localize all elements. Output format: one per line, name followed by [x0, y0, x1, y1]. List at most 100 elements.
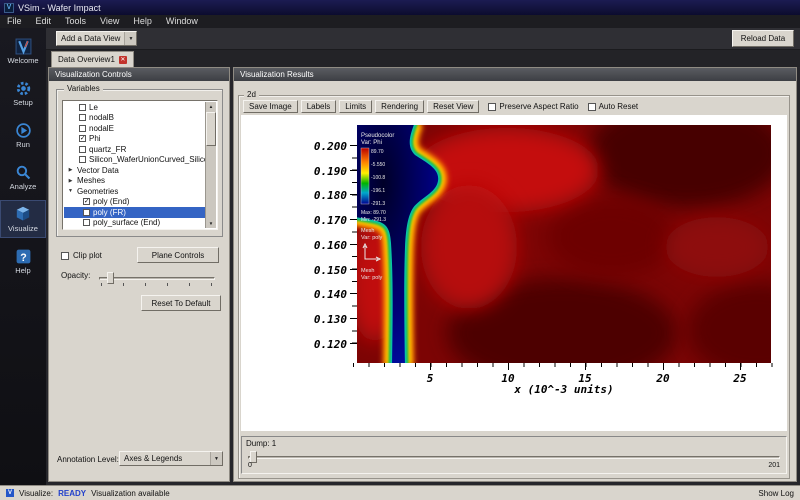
tree-section-label: Vector Data	[77, 165, 119, 175]
legend-mesh1-title: Mesh	[361, 228, 374, 234]
scroll-up-icon[interactable]: ▲	[206, 102, 216, 111]
sidebar-item-help[interactable]: ? Help	[0, 242, 46, 280]
sidebar-item-setup[interactable]: Setup	[0, 74, 46, 112]
y-tick-label: 0.140	[313, 288, 347, 301]
tree-section-vector-data[interactable]: ▶ Vector Data	[64, 165, 205, 176]
quartz-checkbox[interactable]	[79, 145, 86, 153]
magnifier-icon	[16, 165, 30, 179]
tree-item-poly-fr[interactable]: poly (FR)	[64, 207, 205, 218]
limits-button[interactable]: Limits	[339, 100, 373, 113]
opacity-slider-handle[interactable]	[107, 272, 114, 284]
visualization-results-panel: Visualization Results 2d Save Image Labe…	[233, 67, 797, 482]
add-data-view-value: Add a Data View	[61, 34, 121, 43]
scroll-thumb[interactable]	[206, 112, 216, 146]
tree-item-label: quartz_FR	[89, 144, 127, 154]
poly-surface-checkbox[interactable]	[83, 219, 90, 227]
poly-end-checkbox[interactable]: ✓	[83, 198, 90, 206]
preserve-aspect-checkbox[interactable]	[488, 102, 497, 111]
viz-2d-group: Save Image Labels Limits Rendering Reset…	[238, 95, 790, 479]
tree-section-meshes[interactable]: ▶ Meshes	[64, 176, 205, 187]
menu-item-file[interactable]: File	[0, 15, 29, 28]
y-tick-label: 0.180	[313, 189, 347, 202]
chevron-down-icon: ▼	[124, 32, 137, 45]
reload-data-label: Reload Data	[740, 34, 786, 43]
tree-item-phi[interactable]: ✓ Phi	[64, 134, 205, 145]
sidebar-item-label: Help	[15, 265, 31, 275]
legend-var: Var: Phi	[361, 140, 382, 146]
show-log-button[interactable]: Show Log	[758, 489, 794, 498]
question-icon: ?	[16, 249, 30, 263]
tree-item-poly-surface-end[interactable]: poly_surface (End)	[64, 218, 205, 229]
add-data-view-select[interactable]: Add a Data View ▼	[56, 31, 138, 46]
close-icon[interactable]: ✕	[118, 55, 127, 64]
expanded-arrow-icon[interactable]: ▼	[67, 188, 74, 194]
legend-mesh1-var: Var: poly	[361, 235, 383, 241]
auto-reset-label: Auto Reset	[598, 102, 639, 111]
tree-item-poly-end[interactable]: ✓ poly (End)	[64, 197, 205, 208]
dump-slider[interactable]	[248, 456, 780, 459]
save-image-button[interactable]: Save Image	[243, 100, 298, 113]
controls-panel-body: Variables Le nodalB nodalE ✓ Phi quartz_F…	[49, 81, 229, 481]
tab-data-overview1[interactable]: Data Overview1 ✕	[51, 51, 134, 67]
reset-to-default-button[interactable]: Reset To Default	[141, 295, 221, 311]
sidebar-item-label: Welcome	[7, 55, 39, 65]
le-checkbox[interactable]	[79, 103, 86, 111]
sidebar-item-label: Analyze	[9, 181, 37, 191]
sidebar-item-visualize[interactable]: Visualize	[0, 200, 46, 238]
tree-item-nodale[interactable]: nodalE	[64, 123, 205, 134]
y-tick-label: 0.150	[313, 264, 347, 277]
menu-item-edit[interactable]: Edit	[29, 15, 59, 28]
plane-controls-button[interactable]: Plane Controls	[137, 247, 219, 263]
scroll-down-icon[interactable]: ▼	[206, 219, 216, 228]
auto-reset-checkbox[interactable]	[587, 102, 596, 111]
save-image-label: Save Image	[249, 102, 292, 111]
silicon-checkbox[interactable]	[79, 156, 86, 164]
variables-scrollbar[interactable]: ▲ ▼	[205, 102, 216, 228]
cube-icon	[16, 206, 30, 221]
rendering-button[interactable]: Rendering	[375, 100, 425, 113]
menu-item-window[interactable]: Window	[159, 15, 205, 28]
menu-item-view[interactable]: View	[93, 15, 126, 28]
tree-item-silicon-wafer[interactable]: Silicon_WaferUnionCurved_Silico...	[64, 155, 205, 166]
welcome-icon	[15, 38, 31, 55]
phi-checkbox[interactable]: ✓	[79, 135, 86, 143]
y-tick-label: 0.120	[313, 338, 347, 351]
menu-item-tools[interactable]: Tools	[58, 15, 93, 28]
legend-max: Max: 89.70	[361, 210, 386, 216]
menu-item-help[interactable]: Help	[126, 15, 159, 28]
limits-label: Limits	[345, 102, 367, 111]
clip-plot-checkbox[interactable]	[61, 251, 69, 260]
sidebar-item-analyze[interactable]: Analyze	[0, 158, 46, 196]
pseudocolor-plot[interactable]: Pseudocolor Var: Phi 89.70 -5.550 -100.8…	[357, 125, 771, 363]
results-panel-header[interactable]: Visualization Results	[234, 68, 796, 81]
tree-item-quartz-fr[interactable]: quartz_FR	[64, 144, 205, 155]
tree-section-label: Geometries	[77, 186, 119, 196]
plot-toolbar: Save Image Labels Limits Rendering Reset…	[243, 100, 638, 113]
collapsed-arrow-icon[interactable]: ▶	[67, 178, 74, 184]
nodalb-checkbox[interactable]	[79, 114, 86, 122]
title-bar[interactable]: V VSim - Wafer Impact	[0, 0, 800, 15]
tree-item-label: Phi	[89, 134, 101, 144]
visualization-controls-panel: Visualization Controls Variables Le noda…	[48, 67, 230, 482]
sidebar-item-welcome[interactable]: Welcome	[0, 32, 46, 70]
variables-listbox: Le nodalB nodalE ✓ Phi quartz_FR Silicon_…	[62, 100, 218, 230]
poly-fr-checkbox[interactable]	[83, 208, 90, 216]
tree-section-geometries[interactable]: ▼ Geometries	[64, 186, 205, 197]
results-panel-body: 2d Save Image Labels Limits Rendering Re…	[234, 81, 796, 481]
sidebar-item-run[interactable]: Run	[0, 116, 46, 154]
labels-button[interactable]: Labels	[300, 100, 337, 113]
tree-item-label: poly (FR)	[93, 207, 126, 217]
tree-item-le[interactable]: Le	[64, 102, 205, 113]
annotation-level-select[interactable]: Axes & Legends ▼	[119, 451, 223, 466]
plot-canvas[interactable]: Pseudocolor Var: Phi 89.70 -5.550 -100.8…	[241, 115, 787, 431]
reset-view-button[interactable]: Reset View	[427, 100, 480, 113]
preserve-aspect-row: Preserve Aspect Ratio	[488, 102, 579, 111]
collapsed-arrow-icon[interactable]: ▶	[67, 167, 74, 173]
y-tick-label: 0.190	[313, 165, 347, 178]
tree-item-nodalb[interactable]: nodalB	[64, 113, 205, 124]
nodale-checkbox[interactable]	[79, 124, 86, 132]
dump-label: Dump: 1	[246, 439, 277, 448]
controls-panel-header[interactable]: Visualization Controls	[49, 68, 229, 81]
reload-data-button[interactable]: Reload Data	[732, 30, 794, 47]
y-tick-label: 0.130	[313, 313, 347, 326]
